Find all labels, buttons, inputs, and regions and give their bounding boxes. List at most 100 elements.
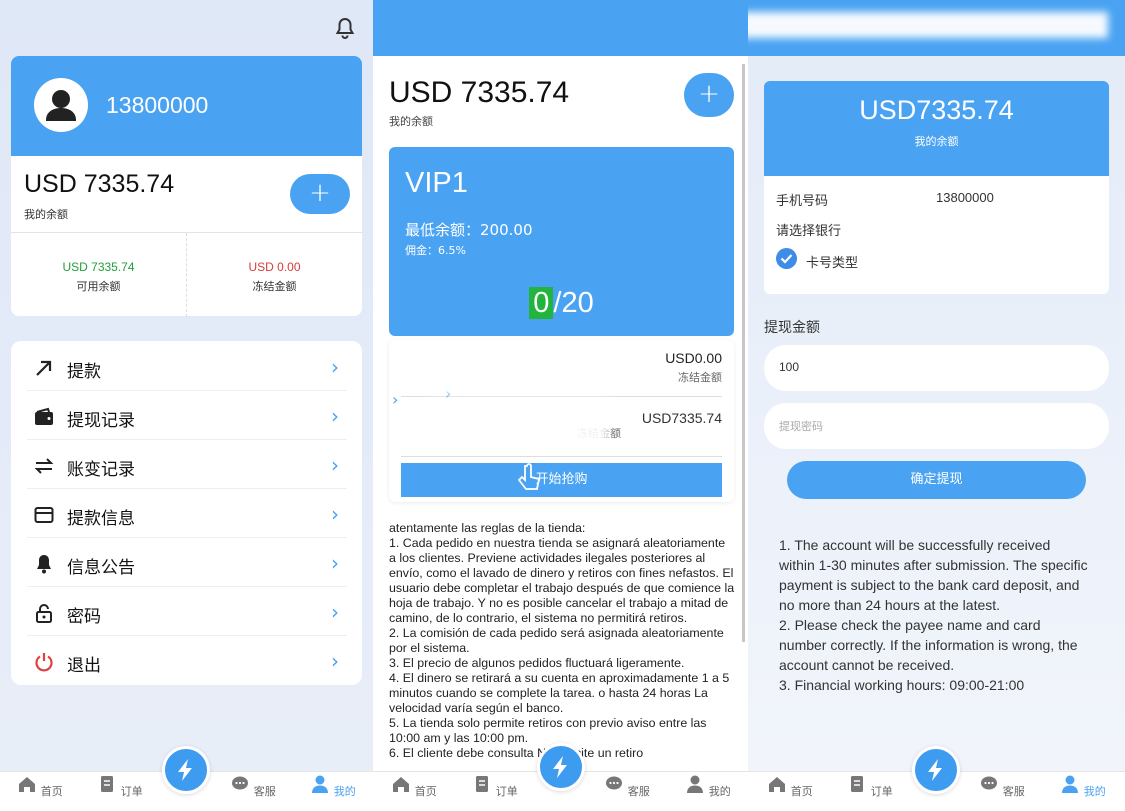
orders-icon <box>476 776 489 792</box>
withdraw-screen: USD7335.74 我的余额 手机号码 13800000 请选择银行 卡号类型… <box>748 0 1125 811</box>
divider <box>401 456 722 457</box>
menu-item-account-changes[interactable]: 账变记录 › <box>27 441 347 489</box>
chat-icon <box>606 776 623 790</box>
wallet-icon <box>35 407 53 425</box>
avatar[interactable] <box>34 78 88 132</box>
profile-screen: 13800000 USD 7335.74 我的余额 + USD 7335.74 … <box>0 0 373 811</box>
tab-label: 我的 <box>708 785 731 798</box>
card-type-label: 卡号类型 <box>806 256 859 271</box>
tab-label: 订单 <box>120 785 143 798</box>
menu-item-announcements[interactable]: 信息公告 › <box>27 539 347 587</box>
tab-label: 客服 <box>1002 785 1025 798</box>
frozen-value: USD 0.00 <box>248 260 301 274</box>
start-grab-label: 开始抢购 <box>535 472 588 487</box>
tab-home[interactable]: 首页 <box>760 774 820 799</box>
withdraw-balance-label: 我的余额 <box>914 135 959 148</box>
start-grab-button[interactable]: 开始抢购 <box>401 463 722 497</box>
select-bank[interactable]: 请选择银行 <box>776 220 841 239</box>
hand-pointer-icon <box>517 463 541 490</box>
recharge-button[interactable]: + <box>290 174 350 214</box>
redacted-area <box>429 354 609 394</box>
chevron-right-icon: › <box>331 551 339 575</box>
tab-mine[interactable]: 我的 <box>1053 774 1113 799</box>
check-icon <box>780 254 793 264</box>
menu-item-withdraw[interactable]: 提款 › <box>27 343 347 391</box>
available-label: 可用余额 <box>76 280 121 293</box>
menu-item-label: 提款 <box>67 362 101 382</box>
amount-input[interactable]: 100 <box>779 360 799 374</box>
tab-service[interactable]: 客服 <box>972 774 1032 799</box>
chat-icon <box>981 776 998 790</box>
checkbox[interactable] <box>776 248 797 269</box>
tab-home[interactable]: 首页 <box>10 774 70 799</box>
lightning-icon <box>178 759 192 781</box>
menu-item-password[interactable]: 密码 › <box>27 588 347 636</box>
vip-min-balance: 最低余额：200.00 <box>405 221 533 239</box>
menu-item-label: 退出 <box>67 656 101 676</box>
tab-label: 客服 <box>253 785 276 798</box>
scrollbar[interactable] <box>742 64 745 642</box>
phone-label: 手机号码 <box>776 194 829 209</box>
redacted-area <box>459 402 609 446</box>
grab-screen: USD 7335.74 我的余额 + VIP1 最低余额：200.00 佣金：6… <box>373 0 748 811</box>
home-icon <box>19 777 36 792</box>
menu-item-withdraw-info[interactable]: 提款信息 › <box>27 490 347 538</box>
tab-label: 订单 <box>870 785 893 798</box>
menu-item-label: 账变记录 <box>67 460 135 480</box>
tab-label: 首页 <box>790 785 813 798</box>
tab-home[interactable]: 首页 <box>384 774 444 799</box>
grab-fab[interactable] <box>912 746 960 794</box>
vip-level: VIP1 <box>405 167 468 199</box>
orders-icon <box>101 776 114 792</box>
user-icon <box>312 775 329 793</box>
bell-icon[interactable] <box>333 16 357 40</box>
available-value: USD7335.74 <box>641 410 722 426</box>
frozen-label: 冻结金额 <box>678 371 722 384</box>
available-balance: USD 7335.74 可用余额 <box>11 233 186 317</box>
tab-label: 首页 <box>414 785 437 798</box>
tab-mine[interactable]: 我的 <box>303 774 363 799</box>
tab-orders[interactable]: 订单 <box>465 774 525 799</box>
password-input[interactable]: 提现密码 <box>779 418 823 434</box>
balance-amount: USD 7335.74 <box>24 170 175 198</box>
available-value: USD 7335.74 <box>62 260 135 274</box>
menu-item-label: 信息公告 <box>67 558 135 578</box>
balance-label: 我的余额 <box>24 208 68 221</box>
menu-item-withdraw-records[interactable]: 提现记录 › <box>27 392 347 440</box>
tab-label: 我的 <box>1083 785 1106 798</box>
amount-title: 提现金额 <box>764 320 820 336</box>
tab-label: 我的 <box>333 785 356 798</box>
grab-balance-label: 我的余额 <box>389 115 433 128</box>
card-icon <box>34 507 54 523</box>
tab-label: 客服 <box>627 785 650 798</box>
menu-item-label: 密码 <box>67 607 101 627</box>
grab-fab[interactable] <box>537 743 585 791</box>
amount-field[interactable]: 100 <box>764 345 1109 391</box>
tab-orders[interactable]: 订单 <box>90 774 150 799</box>
lightning-icon <box>553 756 567 778</box>
tab-mine[interactable]: 我的 <box>678 774 738 799</box>
recharge-button[interactable]: + <box>684 73 734 117</box>
frozen-label: 冻结金额 <box>252 280 297 293</box>
header-bar <box>373 0 748 56</box>
grab-fab[interactable] <box>162 746 210 794</box>
order-card: USD0.00 冻结金额 USD7335.74 冻结金额 › › 开始抢购 <box>389 340 734 502</box>
order-progress: 0/20 <box>389 287 734 320</box>
tab-label: 首页 <box>40 785 63 798</box>
chevron-right-icon[interactable]: › <box>392 390 398 409</box>
user-icon <box>46 90 76 121</box>
home-icon <box>393 777 410 792</box>
chevron-right-icon: › <box>331 600 339 624</box>
chevron-right-icon: › <box>331 404 339 428</box>
user-icon <box>1062 775 1079 793</box>
confirm-withdraw-button[interactable]: 确定提现 <box>787 461 1086 499</box>
tab-service[interactable]: 客服 <box>223 774 283 799</box>
tab-service[interactable]: 客服 <box>597 774 657 799</box>
tab-orders[interactable]: 订单 <box>840 774 900 799</box>
withdraw-notes: 1. The account will be successfully rece… <box>779 537 1088 693</box>
chevron-right-icon: › <box>331 502 339 526</box>
withdraw-balance-card: USD7335.74 我的余额 <box>764 81 1109 176</box>
user-phone: 13800000 <box>106 92 209 118</box>
password-field[interactable]: 提现密码 <box>764 403 1109 449</box>
menu-item-logout[interactable]: 退出 › <box>27 637 347 685</box>
